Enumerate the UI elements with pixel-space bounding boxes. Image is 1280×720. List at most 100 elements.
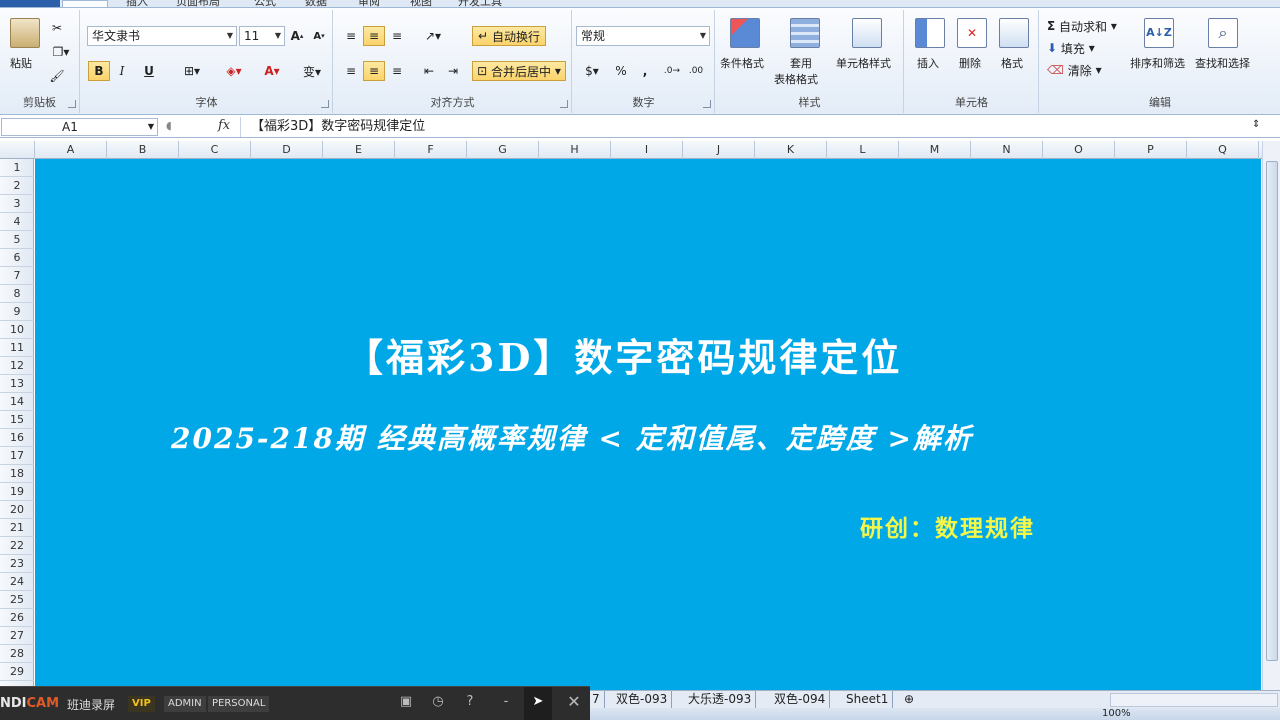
paste-icon[interactable] [10,18,40,48]
sheet-tab-shuangse-093[interactable]: 双色-093 [612,691,673,708]
tab-data[interactable]: 数据 [305,0,327,7]
row-header[interactable]: 9 [0,303,34,321]
row-header[interactable]: 24 [0,573,34,591]
decrease-decimal-icon[interactable]: .00 [685,61,707,81]
row-header[interactable]: 28 [0,645,34,663]
column-header[interactable]: E [323,141,395,159]
paste-button[interactable]: 粘贴 [10,55,32,71]
zoom-level[interactable]: 100% [1102,708,1131,720]
binoculars-icon[interactable]: ⌕ [1208,18,1238,48]
tab-file[interactable] [0,0,60,7]
row-header[interactable]: 22 [0,537,34,555]
tab-formulas[interactable]: 公式 [254,0,276,7]
row-header[interactable]: 26 [0,609,34,627]
merge-center-button[interactable]: ⊡ 合并后居中 ▾ [472,61,566,81]
cell-styles-button[interactable]: 单元格样式 [836,55,891,71]
column-header[interactable]: I [611,141,683,159]
align-middle-icon[interactable]: ≡ [363,26,385,46]
column-header[interactable]: O [1043,141,1115,159]
horizontal-scrollbar[interactable] [1110,693,1278,707]
delete-button[interactable]: 删除 [959,55,981,71]
row-header[interactable]: 19 [0,483,34,501]
sheet-tab-daletou-093[interactable]: 大乐透-093 [684,691,757,708]
fill-button[interactable]: ⬇ 填充 ▾ [1046,38,1110,58]
tab-page-layout[interactable]: 页面布局 [176,0,220,7]
shrink-font-icon[interactable]: A ▾ [309,26,329,46]
column-header[interactable]: N [971,141,1043,159]
sheet-tab-shuangse-094[interactable]: 双色-094 [770,691,831,708]
column-header[interactable]: K [755,141,827,159]
find-select-button[interactable]: 查找和选择 [1195,55,1250,71]
conditional-format-button[interactable]: 条件格式 [720,55,764,71]
column-header[interactable]: J [683,141,755,159]
accounting-icon[interactable]: $▾ [577,61,607,81]
row-header[interactable]: 2 [0,177,34,195]
expand-formula-icon[interactable]: ⇕ [1252,119,1260,130]
tab-insert[interactable]: 插入 [126,0,148,7]
name-box-resize-icon[interactable]: ◖ [166,119,172,132]
insert-function-icon[interactable]: fx [218,118,230,133]
row-header[interactable]: 5 [0,231,34,249]
sort-filter-button[interactable]: 排序和筛选 [1130,55,1185,71]
clear-button[interactable]: ⌫ 清除 ▾ [1046,60,1110,80]
row-header[interactable]: 7 [0,267,34,285]
wrap-text-button[interactable]: ↵ 自动换行 [472,26,546,46]
copy-icon[interactable]: ❐▾ [46,42,76,62]
conditional-format-icon[interactable] [730,18,760,48]
row-header[interactable]: 12 [0,357,34,375]
format-cells-icon[interactable] [999,18,1029,48]
column-header[interactable]: Q [1187,141,1259,159]
row-header[interactable]: 27 [0,627,34,645]
tab-developer[interactable]: 开发工具 [458,0,502,7]
borders-icon[interactable]: ⊞▾ [177,61,207,81]
grow-font-icon[interactable]: A ▴ [287,26,307,46]
row-header[interactable]: 8 [0,285,34,303]
minimize-icon[interactable]: - [496,692,516,712]
row-header[interactable]: 21 [0,519,34,537]
row-header[interactable]: 4 [0,213,34,231]
row-header[interactable]: 20 [0,501,34,519]
format-painter-icon[interactable]: 🖌 [46,66,68,86]
row-header[interactable]: 16 [0,429,34,447]
tab-home[interactable] [62,0,108,7]
column-header[interactable]: H [539,141,611,159]
insert-button[interactable]: 插入 [917,55,939,71]
row-header[interactable]: 6 [0,249,34,267]
tab-view[interactable]: 视图 [410,0,432,7]
font-name-select[interactable]: 华文隶书 ▼ [87,26,237,46]
sort-filter-icon[interactable]: A↓Z [1144,18,1174,48]
number-format-select[interactable]: 常规 ▼ [576,26,710,46]
row-header[interactable]: 14 [0,393,34,411]
scroll-thumb[interactable] [1266,161,1278,661]
formula-input[interactable]: 【福彩3D】数字密码规律定位 [240,117,1252,137]
row-header[interactable]: 18 [0,465,34,483]
row-header[interactable]: 23 [0,555,34,573]
clock-icon[interactable]: ◷ [428,692,448,712]
column-header[interactable]: M [899,141,971,159]
close-icon[interactable]: ✕ [564,692,584,712]
select-all-corner[interactable] [0,141,35,159]
row-header[interactable]: 29 [0,663,34,681]
number-launcher-icon[interactable] [703,100,711,108]
insert-cells-icon[interactable] [915,18,945,48]
comma-button[interactable]: , [635,61,655,81]
format-as-table-line2[interactable]: 表格格式 [774,71,818,87]
align-bottom-icon[interactable]: ≡ [386,26,408,46]
format-as-table-icon[interactable] [790,18,820,48]
row-header[interactable]: 3 [0,195,34,213]
column-header[interactable]: F [395,141,467,159]
increase-decimal-icon[interactable]: .0→ [661,61,683,81]
cut-icon[interactable]: ✂ [46,18,68,38]
percent-button[interactable]: % [611,61,631,81]
column-header[interactable]: B [107,141,179,159]
format-button[interactable]: 格式 [1001,55,1023,71]
help-icon[interactable]: ? [460,692,480,712]
format-as-table-line1[interactable]: 套用 [790,55,812,71]
row-header[interactable]: 15 [0,411,34,429]
align-right-icon[interactable]: ≡ [386,61,408,81]
align-center-icon[interactable]: ≡ [363,61,385,81]
cell-grid[interactable]: 【福彩3D】数字密码规律定位 2025-218期 经典高概率规律 < 定和值尾、… [35,159,1261,690]
column-header[interactable]: A [35,141,107,159]
autosum-button[interactable]: Σ 自动求和 ▾ [1046,16,1132,36]
row-header[interactable]: 10 [0,321,34,339]
